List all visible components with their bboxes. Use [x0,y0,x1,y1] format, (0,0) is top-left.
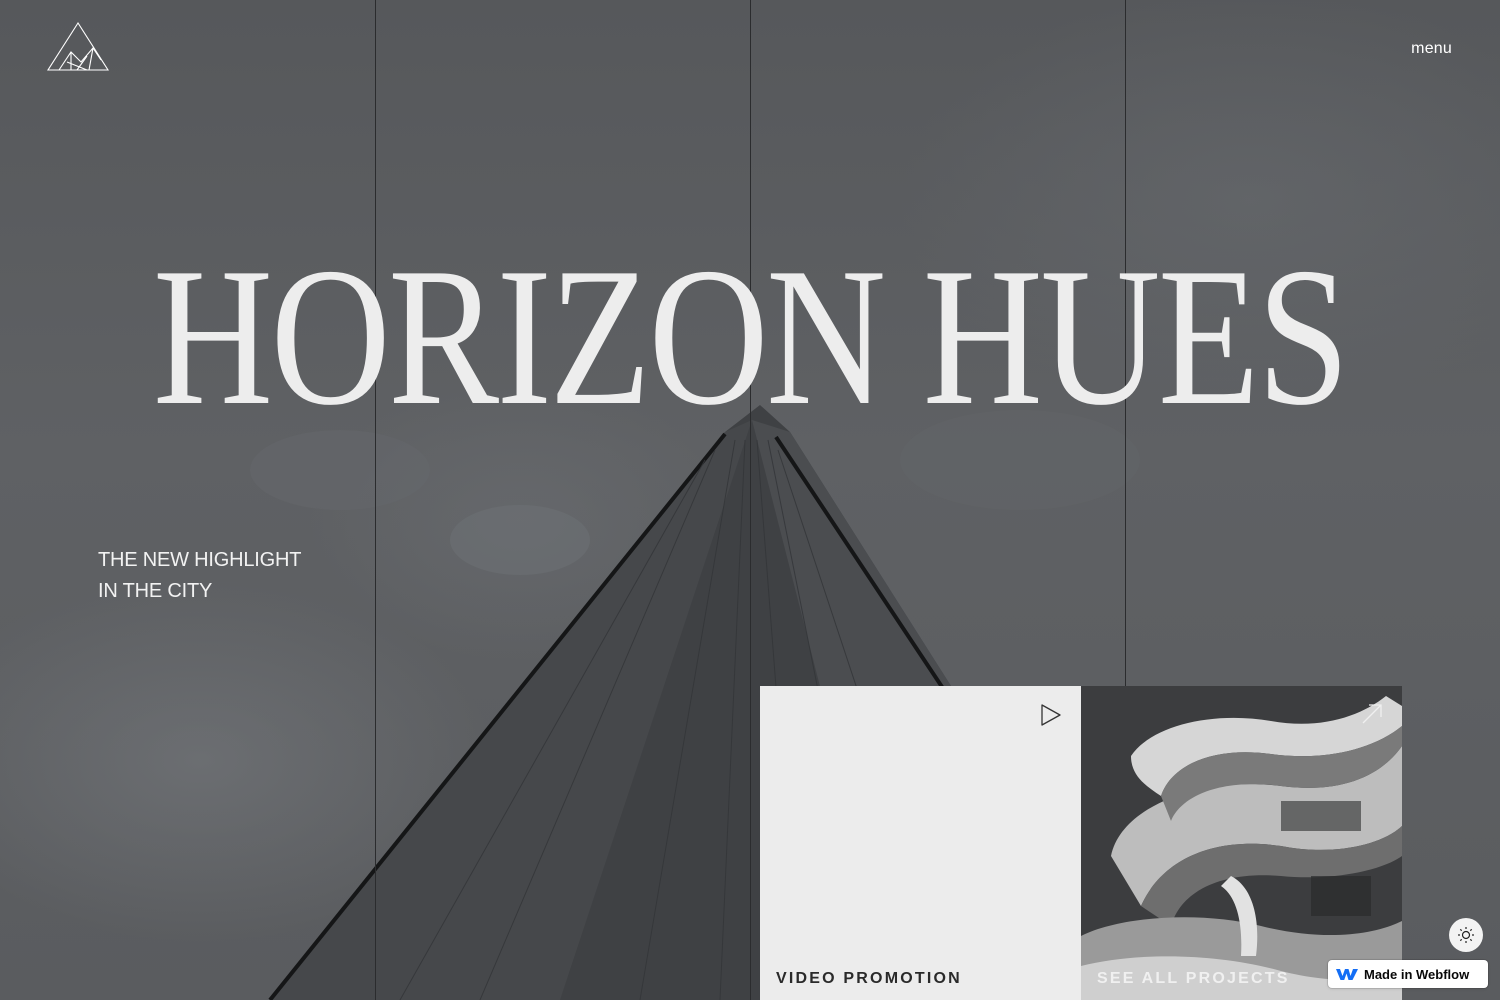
see-all-projects-label: SEE ALL PROJECTS [1097,970,1290,987]
webflow-badge-label: Made in Webflow [1364,966,1470,982]
projects-card-image [1081,686,1402,1000]
made-in-webflow-badge[interactable]: Made in Webflow [1328,960,1488,988]
theme-toggle-button[interactable] [1449,918,1483,952]
hero-section: menu HORIZON HUES THE NEW HIGHLIGHT IN T… [0,0,1500,1000]
see-all-projects-card[interactable]: SEE ALL PROJECTS [1081,686,1402,1000]
tagline-line: IN THE CITY [98,580,213,602]
triangle-mountain-logo-icon[interactable] [47,22,109,72]
tagline-line: THE NEW HIGHLIGHT [98,549,302,571]
webflow-logo-icon [1336,969,1358,980]
grid-line [750,0,751,1000]
arrow-up-right-icon[interactable] [1360,702,1384,726]
sun-icon [1458,927,1474,943]
play-icon[interactable] [1040,703,1062,727]
hero-title: HORIZON HUES [152,227,1350,446]
menu-button[interactable]: menu [1411,40,1452,58]
video-promotion-label: VIDEO PROMOTION [776,970,962,987]
hero-tagline: THE NEW HIGHLIGHT IN THE CITY [98,545,301,607]
video-promotion-card[interactable]: VIDEO PROMOTION [760,686,1081,1000]
grid-line [375,0,376,1000]
